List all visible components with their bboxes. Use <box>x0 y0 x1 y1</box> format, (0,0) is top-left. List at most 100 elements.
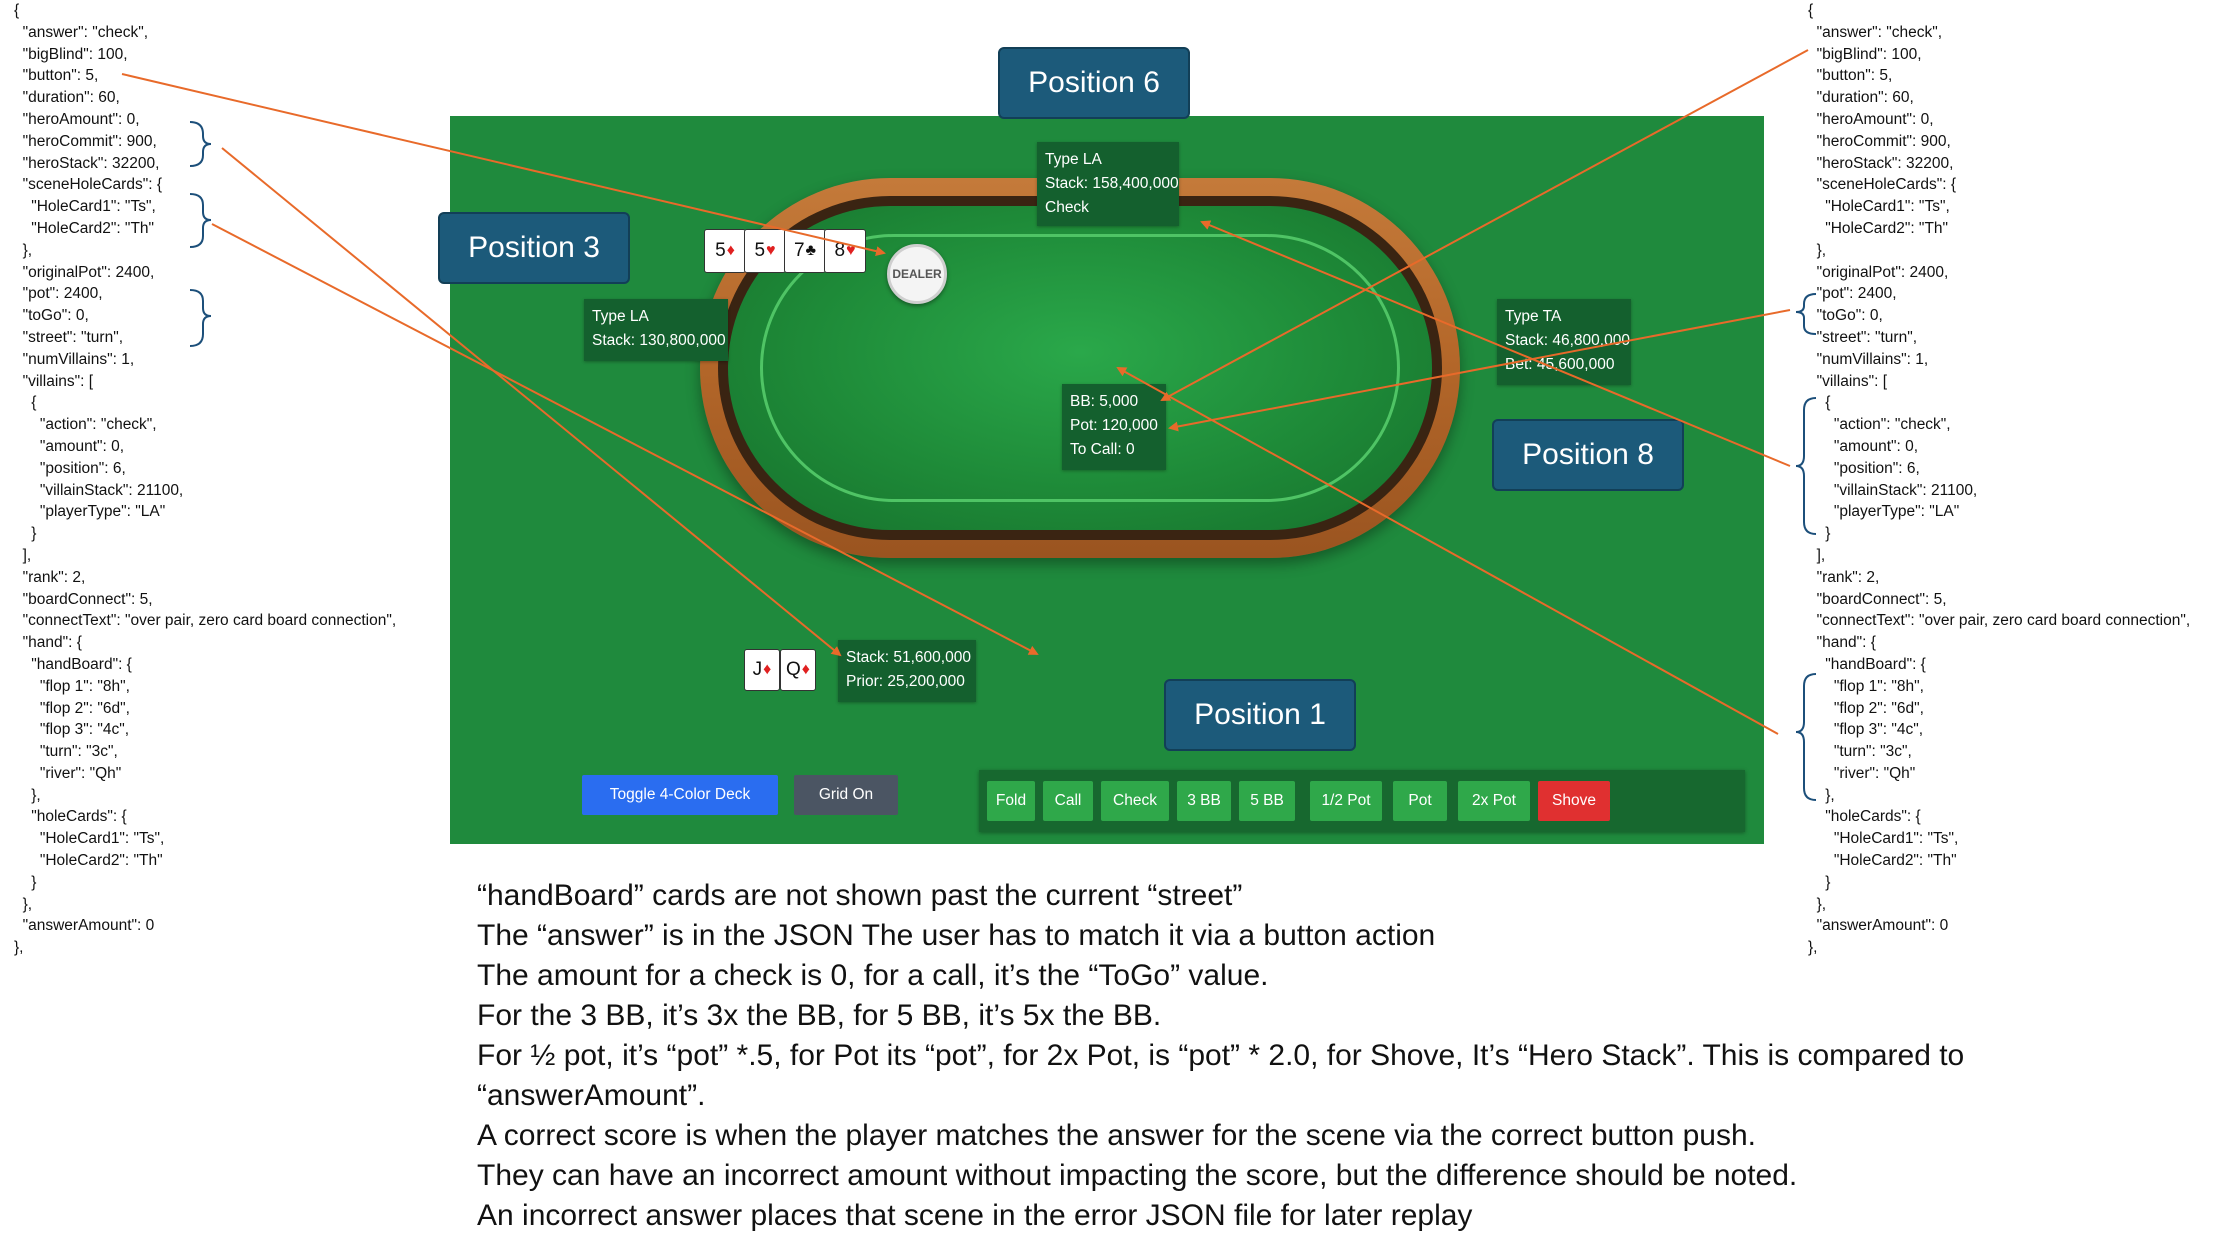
json-right-line: "sceneHoleCards": { <box>1808 176 1956 194</box>
json-left-line: "playerType": "LA" <box>14 503 166 521</box>
position-6-label: Position 6 <box>998 47 1190 119</box>
json-left-line: }, <box>14 895 33 913</box>
json-right-line: "river": "Qh" <box>1808 764 1916 782</box>
json-left-line: "villainStack": 21100, <box>14 481 184 499</box>
json-left-line: "HoleCard2": "Th" <box>14 852 163 870</box>
json-right-line: "HoleCard2": "Th" <box>1808 852 1957 870</box>
json-right-line: "rank": 2, <box>1808 568 1880 586</box>
action-button-check[interactable]: Check <box>1101 781 1169 821</box>
json-left-line: "holeCards": { <box>14 808 127 826</box>
json-right-line: "holeCards": { <box>1808 808 1921 826</box>
json-left-line: "connectText": "over pair, zero card boa… <box>14 612 397 630</box>
json-right-line: "flop 2": "6d", <box>1808 699 1924 717</box>
json-left-line: "heroAmount": 0, <box>14 110 140 128</box>
json-left-line: "heroStack": 32200, <box>14 154 160 172</box>
json-right-line: "handBoard": { <box>1808 655 1926 673</box>
json-left-line: "river": "Qh" <box>14 764 122 782</box>
board-card: 7 ♣ <box>784 229 826 273</box>
note-line: They can have an incorrect amount withou… <box>477 1159 1798 1192</box>
card-rank: 5 <box>754 240 766 261</box>
action-button-1-2-pot[interactable]: 1/2 Pot <box>1310 781 1382 821</box>
board-card: 8 ♥ <box>824 229 866 273</box>
json-left-line: { <box>14 394 37 412</box>
hero-prior: Prior: 25,200,000 <box>846 673 965 690</box>
card-rank: Q <box>786 659 801 680</box>
action-button-3-bb[interactable]: 3 BB <box>1177 781 1231 821</box>
json-right-line: "heroStack": 32200, <box>1808 154 1954 172</box>
action-button-2x-pot[interactable]: 2x Pot <box>1458 781 1530 821</box>
hero-card: Q ♦ <box>780 649 816 691</box>
json-right-line: "villainStack": 21100, <box>1808 481 1978 499</box>
json-left-line: }, <box>14 939 24 957</box>
note-line: The amount for a check is 0, for a call,… <box>477 959 1269 992</box>
note-line: A correct score is when the player match… <box>477 1119 1756 1152</box>
seat-8-stack: Stack: 46,800,000 <box>1505 332 1630 349</box>
card-suit-icon: ♦ <box>726 242 735 259</box>
json-left-line: "pot": 2400, <box>14 285 103 303</box>
action-button-call[interactable]: Call <box>1043 781 1093 821</box>
json-left-line: "turn": "3c", <box>14 743 118 761</box>
card-suit-icon: ♣ <box>805 242 817 259</box>
action-button-pot[interactable]: Pot <box>1393 781 1447 821</box>
json-right-line: "heroAmount": 0, <box>1808 110 1934 128</box>
action-button-5-bb[interactable]: 5 BB <box>1239 781 1295 821</box>
pot-info: BB: 5,000 Pot: 120,000 To Call: 0 <box>1062 384 1166 470</box>
note-line: The “answer” is in the JSON The user has… <box>477 919 1436 952</box>
card-rank: 5 <box>715 240 726 261</box>
json-left-line: "flop 2": "6d", <box>14 699 130 717</box>
dealer-button: DEALER <box>887 244 947 304</box>
position-8-label: Position 8 <box>1492 419 1684 491</box>
json-right-line: "flop 3": "4c", <box>1808 721 1924 739</box>
json-right-line: "flop 1": "8h", <box>1808 677 1924 695</box>
json-left-line: "toGo": 0, <box>14 307 89 325</box>
grid-toggle-button[interactable]: Grid On <box>794 775 898 815</box>
json-right-line: } <box>1808 525 1831 543</box>
json-left-line: "answer": "check", <box>14 23 148 41</box>
pot-info-to-call: To Call: 0 <box>1070 441 1135 458</box>
position-1-label: Position 1 <box>1164 679 1356 751</box>
card-suit-icon: ♦ <box>801 661 810 678</box>
json-left-line: { <box>14 2 20 19</box>
json-right-line: "originalPot": 2400, <box>1808 263 1949 281</box>
board-card: 5 ♥ <box>744 229 786 273</box>
json-left-line: "sceneHoleCards": { <box>14 176 162 194</box>
action-button-shove[interactable]: Shove <box>1538 781 1610 821</box>
json-right-line: }, <box>1808 241 1827 259</box>
json-right-line: }, <box>1808 786 1835 804</box>
json-right-line: "connectText": "over pair, zero card boa… <box>1808 612 2191 630</box>
json-right-line: "toGo": 0, <box>1808 307 1883 325</box>
json-right-line: "street": "turn", <box>1808 328 1918 346</box>
action-button-fold[interactable]: Fold <box>987 781 1035 821</box>
json-right-line: "button": 5, <box>1808 67 1893 85</box>
json-left-line: "answerAmount": 0 <box>14 917 155 935</box>
toggle-4-color-deck-button[interactable]: Toggle 4-Color Deck <box>582 775 778 815</box>
seat-8-bet: Bet: 45,600,000 <box>1505 356 1615 373</box>
json-right-line: ], <box>1808 546 1826 564</box>
json-listing-left: { "answer": "check", "bigBlind": 100, "b… <box>14 0 396 959</box>
json-left-line: }, <box>14 241 33 259</box>
note-line: “handBoard” cards are not shown past the… <box>477 879 1243 912</box>
card-suit-icon: ♦ <box>763 661 772 678</box>
json-right-line: "HoleCard1": "Ts", <box>1808 198 1950 216</box>
seat-position-3-info: Type LA Stack: 130,800,000 <box>584 299 728 361</box>
json-right-line: "villains": [ <box>1808 372 1888 390</box>
note-line: For the 3 BB, it’s 3x the BB, for 5 BB, … <box>477 999 1162 1032</box>
card-suit-icon: ♥ <box>846 242 856 259</box>
json-right-line: "duration": 60, <box>1808 89 1914 107</box>
json-left-line: "duration": 60, <box>14 89 120 107</box>
json-right-line: "HoleCard1": "Ts", <box>1808 830 1959 848</box>
json-left-line: "numVillains": 1, <box>14 350 135 368</box>
json-right-line: "HoleCard2": "Th" <box>1808 219 1949 237</box>
card-suit-icon: ♥ <box>766 242 776 259</box>
json-right-line: "numVillains": 1, <box>1808 350 1929 368</box>
card-rank: J <box>752 659 763 680</box>
seat-position-6-info: Type LA Stack: 158,400,000 Check <box>1037 142 1179 226</box>
seat-6-type: Type LA <box>1045 151 1102 168</box>
json-left-line: "originalPot": 2400, <box>14 263 155 281</box>
seat-8-type: Type TA <box>1505 308 1562 325</box>
note-line: For ½ pot, it’s “pot” *.5, for Pot its “… <box>477 1039 1965 1072</box>
position-3-label: Position 3 <box>438 212 630 284</box>
pot-info-bb: BB: 5,000 <box>1070 393 1139 410</box>
json-left-line: "amount": 0, <box>14 437 125 455</box>
card-rank: 8 <box>834 240 846 261</box>
